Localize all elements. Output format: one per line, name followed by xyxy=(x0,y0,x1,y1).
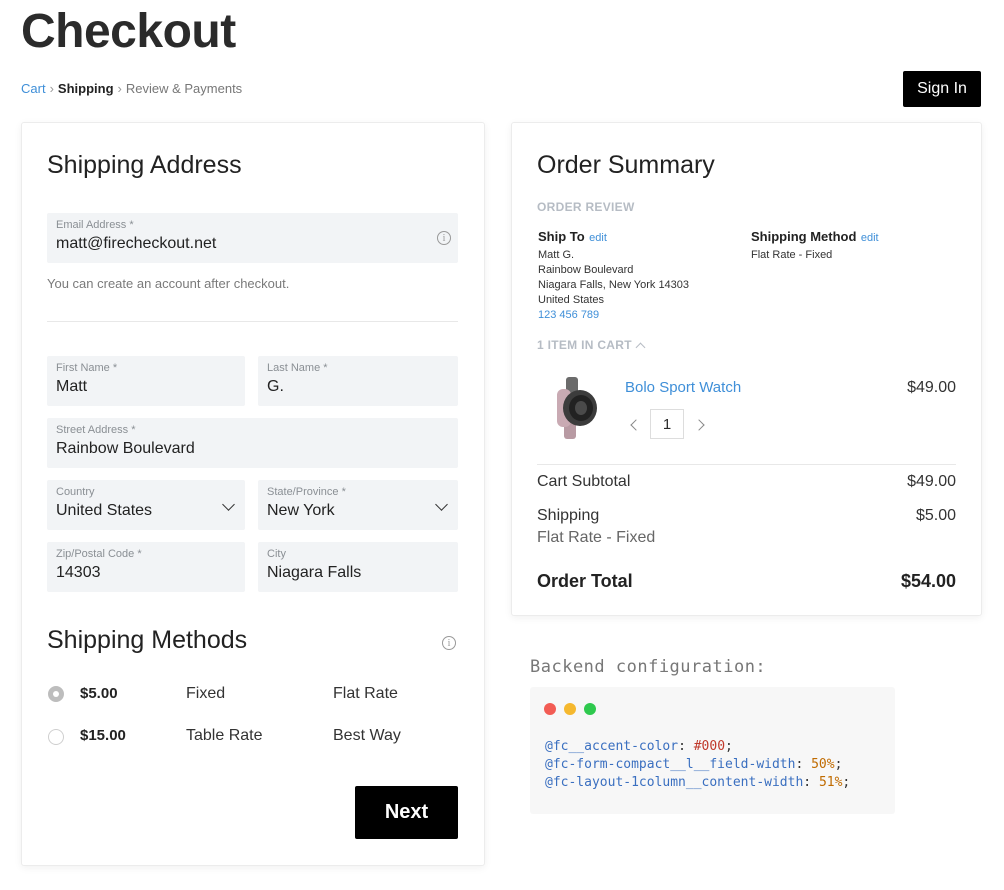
shipping-label: Shipping xyxy=(537,507,600,524)
page-title: Checkout xyxy=(21,5,236,58)
shipping-methods-heading: Shipping Methods xyxy=(47,626,248,654)
order-review-label: ORDER REVIEW xyxy=(537,200,635,214)
next-button[interactable]: Next xyxy=(355,786,458,839)
breadcrumb-review: Review & Payments xyxy=(125,81,243,96)
city-value: Niagara Falls xyxy=(267,564,362,581)
ship-to-line: Rainbow Boulevard xyxy=(538,264,634,276)
code-block: @fc__accent-color: #000; @fc-form-compac… xyxy=(530,687,895,814)
order-summary-heading: Order Summary xyxy=(537,151,715,179)
breadcrumb-separator: › xyxy=(117,81,122,96)
last-name-label: Last Name * xyxy=(267,362,328,374)
zip-field[interactable]: Zip/Postal Code * 14303 xyxy=(47,542,245,592)
first-name-field[interactable]: First Name * Matt xyxy=(47,356,245,406)
window-dot-red xyxy=(544,703,556,715)
ship-to-edit-link[interactable]: edit xyxy=(589,232,607,244)
city-label: City xyxy=(267,548,286,560)
breadcrumb-shipping: Shipping xyxy=(57,81,114,96)
product-price: $49.00 xyxy=(907,379,956,396)
sign-in-button[interactable]: Sign In xyxy=(903,71,981,107)
street-address-field[interactable]: Street Address * Rainbow Boulevard xyxy=(47,418,458,468)
country-value: United States xyxy=(56,502,153,519)
ship-to-line: United States xyxy=(538,294,605,306)
code-line: @fc-form-compact__l__field-width: 50%; xyxy=(545,757,843,772)
divider xyxy=(47,321,458,322)
qty-increase-icon[interactable] xyxy=(693,419,705,431)
state-select[interactable]: State/Province * New York xyxy=(258,480,458,530)
breadcrumb-cart[interactable]: Cart xyxy=(21,81,46,96)
chevron-up-icon xyxy=(635,342,646,352)
ship-to-line: Niagara Falls, New York 14303 xyxy=(538,279,690,291)
ship-to-line: Matt G. xyxy=(538,249,575,261)
email-label: Email Address * xyxy=(56,219,134,231)
order-total-value: $54.00 xyxy=(900,571,956,591)
city-field[interactable]: City Niagara Falls xyxy=(258,542,458,592)
email-value: matt@firecheckout.net xyxy=(56,235,217,252)
backend-config-title: Backend configuration: xyxy=(530,657,767,677)
ship-to-block: Ship To edit Matt G. Rainbow Boulevard N… xyxy=(538,228,738,323)
radio-unselected[interactable] xyxy=(48,729,64,745)
shipping-method-row[interactable]: $15.00 Table Rate Best Way xyxy=(47,727,458,753)
email-field[interactable]: Email Address * matt@firecheckout.net i xyxy=(47,213,458,263)
method-carrier: Best Way xyxy=(333,727,401,744)
country-select[interactable]: Country United States xyxy=(47,480,245,530)
shipping-value: $5.00 xyxy=(915,507,956,524)
shipping-method-row[interactable]: $5.00 Fixed Flat Rate xyxy=(47,685,458,711)
breadcrumb: Cart › Shipping › Review & Payments xyxy=(21,81,242,96)
ship-to-label: Ship To xyxy=(538,229,585,244)
shipping-method-block: Shipping Method edit Flat Rate - Fixed xyxy=(751,228,951,263)
order-summary-card: Order Summary ORDER REVIEW Ship To edit … xyxy=(511,122,982,616)
breadcrumb-separator: › xyxy=(49,81,54,96)
shipping-sub-label: Flat Rate - Fixed xyxy=(537,529,656,546)
divider xyxy=(537,464,956,465)
method-carrier: Flat Rate xyxy=(333,685,398,702)
last-name-value: G. xyxy=(267,378,284,395)
shipping-address-heading: Shipping Address xyxy=(47,151,242,179)
shipping-method-value: Flat Rate - Fixed xyxy=(751,249,833,261)
country-label: Country xyxy=(56,486,95,498)
chevron-down-icon xyxy=(435,498,448,511)
product-image xyxy=(557,377,597,439)
subtotal-value: $49.00 xyxy=(907,473,956,490)
chevron-down-icon xyxy=(222,498,235,511)
state-value: New York xyxy=(267,502,335,519)
radio-selected[interactable] xyxy=(48,686,64,702)
info-icon[interactable]: i xyxy=(437,231,451,245)
method-name: Table Rate xyxy=(186,727,263,744)
items-in-cart-toggle[interactable]: 1 ITEM IN CART xyxy=(537,338,646,352)
code-line: @fc-layout-1column__content-width: 51%; xyxy=(545,775,851,790)
method-price: $5.00 xyxy=(80,685,118,702)
street-label: Street Address * xyxy=(56,424,136,436)
qty-input[interactable]: 1 xyxy=(650,409,684,439)
first-name-value: Matt xyxy=(56,378,88,395)
street-value: Rainbow Boulevard xyxy=(56,440,195,457)
last-name-field[interactable]: Last Name * G. xyxy=(258,356,458,406)
ship-to-phone[interactable]: 123 456 789 xyxy=(538,308,738,323)
state-label: State/Province * xyxy=(267,486,346,498)
shipping-method-label: Shipping Method xyxy=(751,229,857,244)
info-icon[interactable]: i xyxy=(442,636,456,650)
order-total-label: Order Total xyxy=(537,571,633,591)
first-name-label: First Name * xyxy=(56,362,118,374)
method-price: $15.00 xyxy=(80,727,126,744)
method-name: Fixed xyxy=(186,685,226,702)
zip-label: Zip/Postal Code * xyxy=(56,548,142,560)
code-line: @fc__accent-color: #000; xyxy=(545,739,733,754)
shipping-method-edit-link[interactable]: edit xyxy=(861,232,879,244)
window-dot-green xyxy=(584,703,596,715)
account-hint: You can create an account after checkout… xyxy=(47,276,290,291)
subtotal-label: Cart Subtotal xyxy=(537,473,631,490)
shipping-card: Shipping Address Email Address * matt@fi… xyxy=(21,122,485,866)
items-in-cart-label: 1 ITEM IN CART xyxy=(537,338,632,352)
zip-value: 14303 xyxy=(56,564,101,581)
product-name-link[interactable]: Bolo Sport Watch xyxy=(625,379,741,396)
qty-decrease-icon[interactable] xyxy=(630,419,642,431)
window-dot-yellow xyxy=(564,703,576,715)
